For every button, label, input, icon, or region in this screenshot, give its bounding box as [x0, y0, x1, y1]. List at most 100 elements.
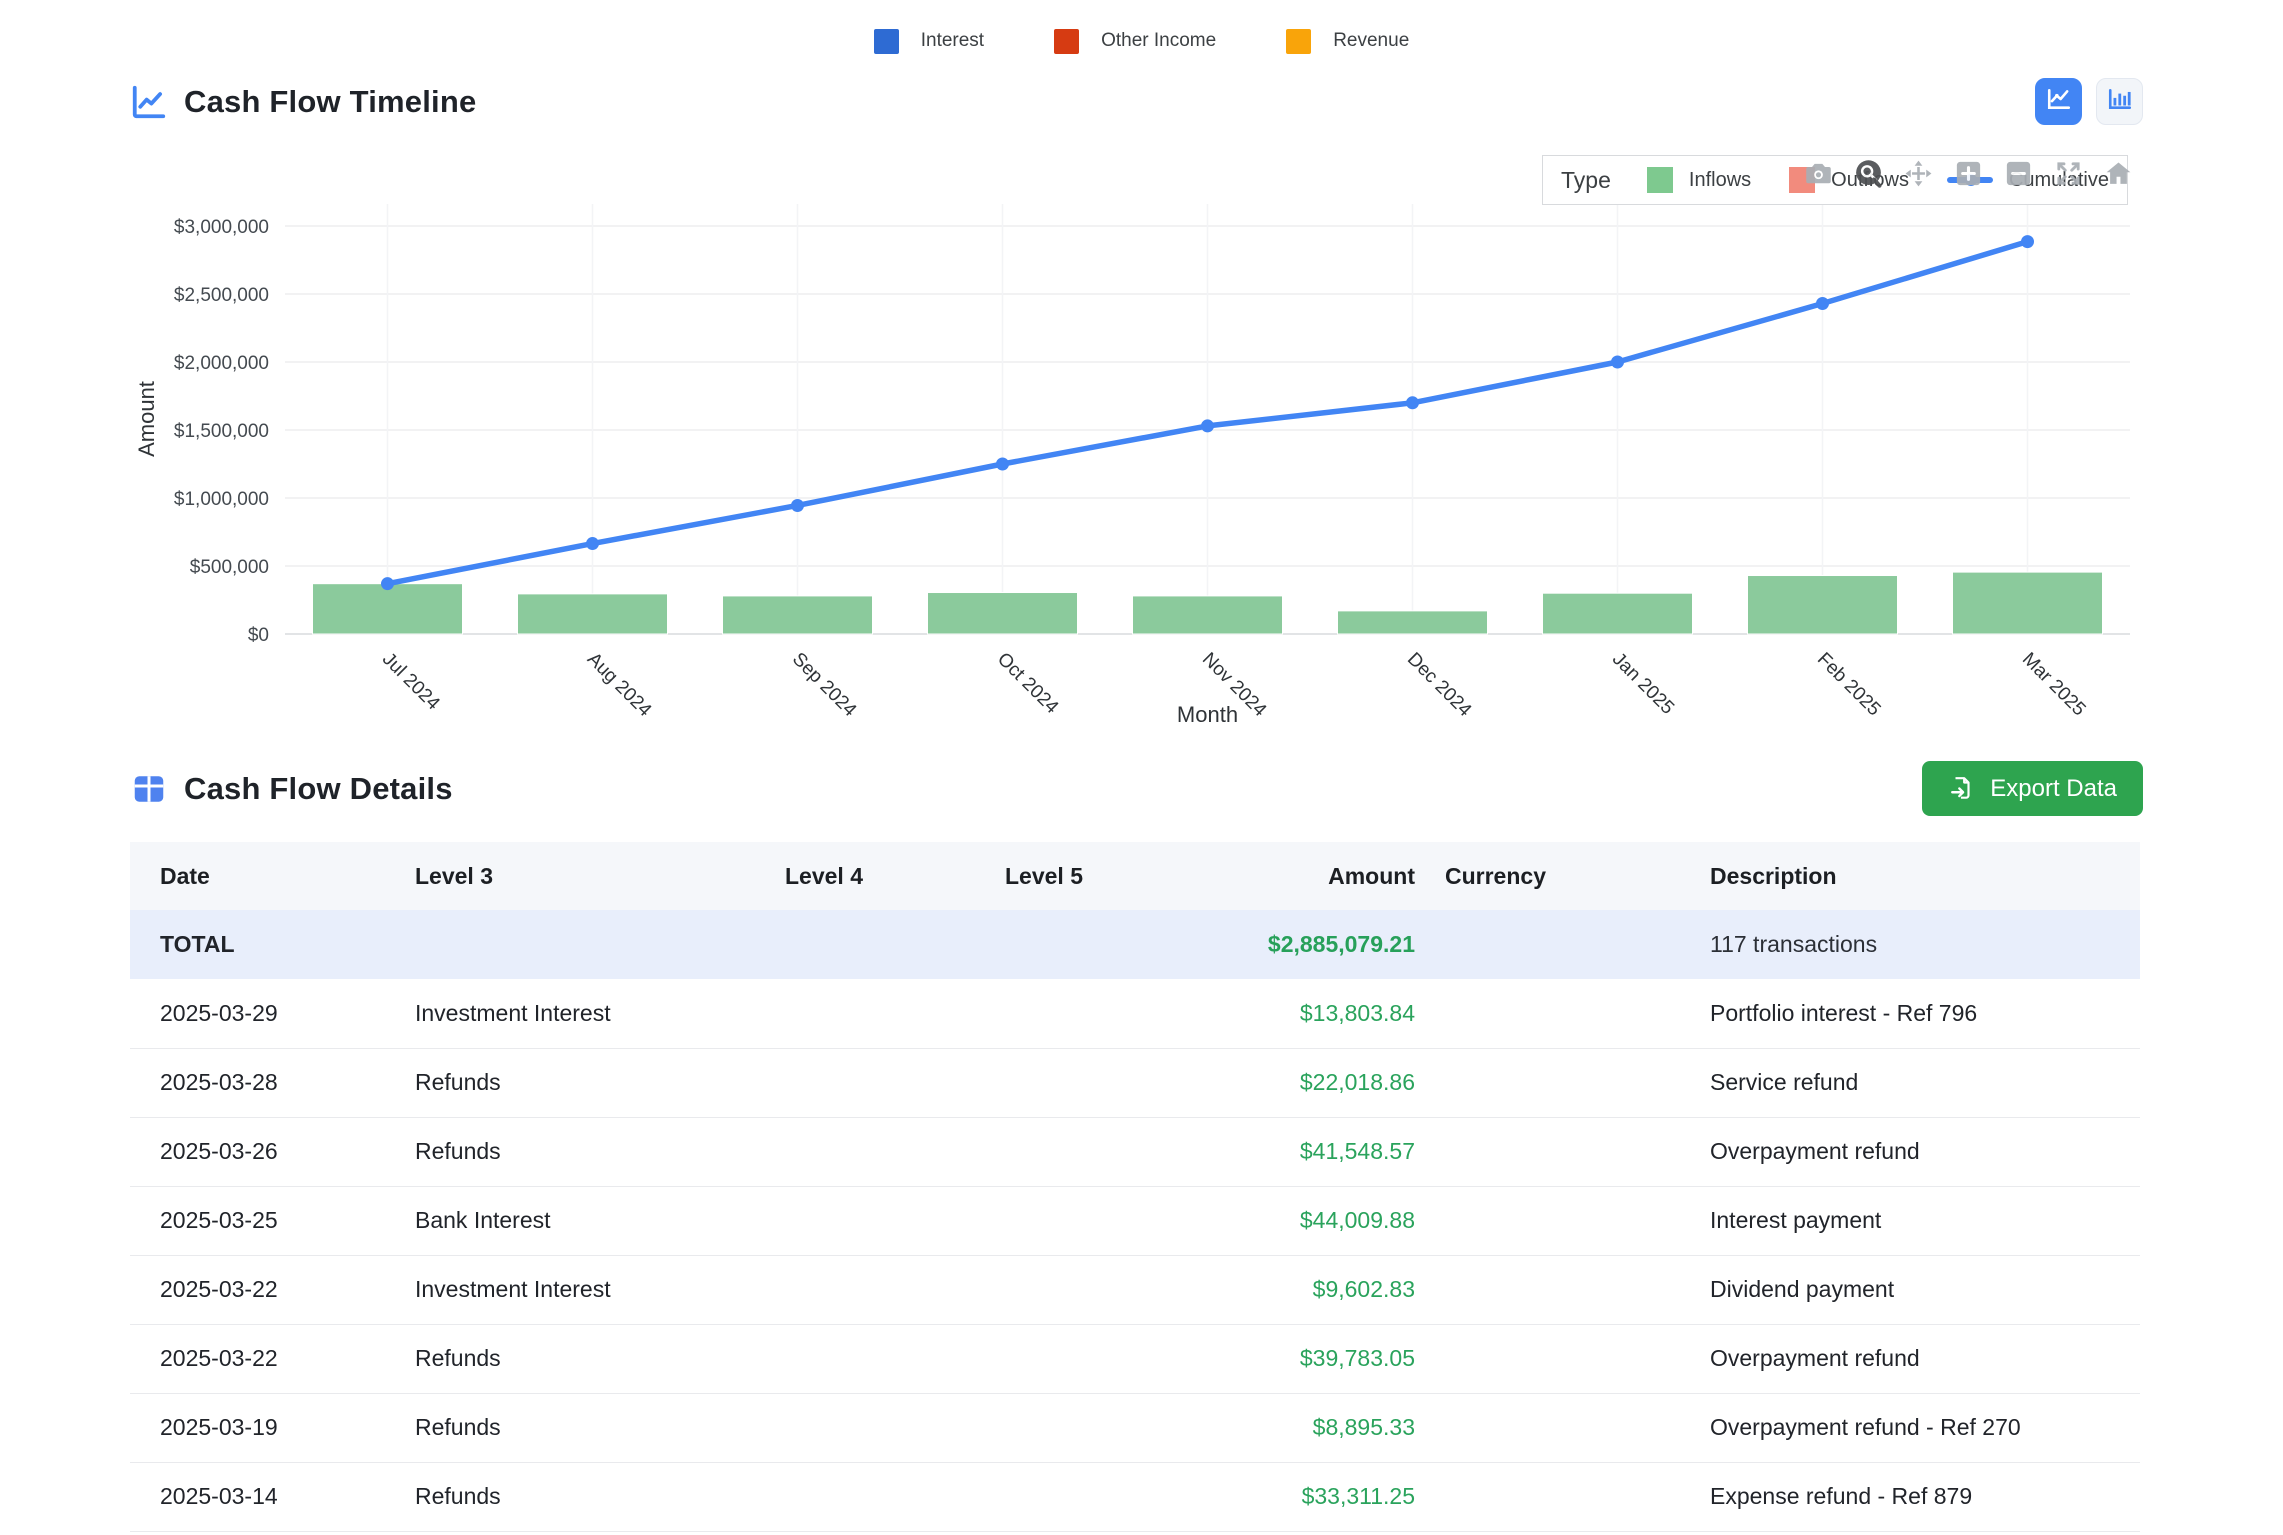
- cell-level3: Refunds: [385, 1117, 755, 1186]
- table-row: 2025-03-22Refunds$39,783.05Overpayment r…: [130, 1324, 2140, 1393]
- table-row: 2025-03-29Investment Interest$13,803.84P…: [130, 979, 2140, 1048]
- cell-date: 2025-03-14: [130, 1462, 385, 1531]
- bar-view-button[interactable]: [2096, 78, 2143, 125]
- legend-label: Revenue: [1333, 30, 1409, 52]
- cash-flow-chart[interactable]: $0$500,000$1,000,000$1,500,000$2,000,000…: [130, 147, 2150, 747]
- table-row: 2025-03-19Refunds $8,895.33 Overpayment re…: [130, 1393, 2140, 1462]
- cell-amount: $8,895.33: [1205, 1393, 1415, 1462]
- pan-icon[interactable]: [1902, 157, 1935, 190]
- table-row: 2025-03-28Refunds$22,018.86Service refun…: [130, 1048, 2140, 1117]
- cell-level5: [975, 979, 1205, 1048]
- column-header-amount: Amount: [1205, 842, 1415, 910]
- cell-currency: [1415, 1186, 1680, 1255]
- camera-icon[interactable]: [1802, 157, 1835, 190]
- legend-swatch: [1286, 29, 1311, 54]
- timeline-header: Cash Flow Timeline: [130, 78, 2143, 125]
- line-view-button[interactable]: [2035, 78, 2082, 125]
- svg-text:Dec 2024: Dec 2024: [1403, 649, 1476, 722]
- reset-home-icon[interactable]: [2102, 157, 2135, 190]
- cell-level3: Investment Interest: [385, 1255, 755, 1324]
- export-data-label: Export Data: [1990, 775, 2117, 803]
- cell-description: Overpayment refund: [1680, 1117, 2140, 1186]
- cell-description: Overpayment refund - Ref 270: [1680, 1393, 2140, 1462]
- total-row: TOTAL$2,885,079.21117 transactions: [130, 910, 2140, 979]
- table-row: 2025-03-22Investment Interest $9,602.83 Di…: [130, 1255, 2140, 1324]
- svg-text:$500,000: $500,000: [190, 557, 269, 578]
- chart-modebar: [1802, 157, 2135, 190]
- cell-date: 2025-03-29: [130, 979, 385, 1048]
- cell-level3: [385, 910, 755, 979]
- cell-currency: [1415, 1048, 1680, 1117]
- cell-currency: [1415, 1324, 1680, 1393]
- cell-amount: $41,548.57: [1205, 1117, 1415, 1186]
- cell-description: Portfolio interest - Ref 796: [1680, 979, 2140, 1048]
- svg-text:$3,000,000: $3,000,000: [174, 217, 269, 238]
- svg-text:$2,000,000: $2,000,000: [174, 353, 269, 374]
- cell-level5: [975, 1117, 1205, 1186]
- chart-canvas[interactable]: $0$500,000$1,000,000$1,500,000$2,000,000…: [130, 147, 2150, 747]
- plot-legend-title: Type: [1561, 167, 1611, 194]
- svg-text:Jul 2024: Jul 2024: [378, 649, 444, 715]
- plot-legend-label: Inflows: [1689, 169, 1751, 192]
- cell-level3: Refunds: [385, 1393, 755, 1462]
- cell-amount: $22,018.86: [1205, 1048, 1415, 1117]
- plot-legend-item[interactable]: Inflows: [1647, 167, 1751, 193]
- zoom-icon[interactable]: [1852, 157, 1885, 190]
- cell-level5: [975, 1186, 1205, 1255]
- column-header-description: Description: [1680, 842, 2140, 910]
- cell-level3: Refunds: [385, 1324, 755, 1393]
- cell-description: Service refund: [1680, 1048, 2140, 1117]
- details-title: Cash Flow Details: [184, 771, 453, 807]
- cell-description: 117 transactions: [1680, 910, 2140, 979]
- legend-item[interactable]: Revenue: [1286, 29, 1409, 54]
- svg-text:Oct 2024: Oct 2024: [993, 649, 1063, 719]
- cell-currency: [1415, 1393, 1680, 1462]
- cell-currency: [1415, 979, 1680, 1048]
- table-row: 2025-03-25Bank Interest$44,009.88Interes…: [130, 1186, 2140, 1255]
- cell-description: Dividend payment: [1680, 1255, 2140, 1324]
- cell-level5: [975, 910, 1205, 979]
- cell-level4: [755, 979, 975, 1048]
- export-data-button[interactable]: Export Data: [1922, 761, 2143, 816]
- cell-level3: Bank Interest: [385, 1186, 755, 1255]
- cell-date: 2025-03-22: [130, 1255, 385, 1324]
- legend-item[interactable]: Other Income: [1054, 29, 1216, 54]
- cell-date: 2025-03-28: [130, 1048, 385, 1117]
- cell-date: 2025-03-25: [130, 1186, 385, 1255]
- legend-label: Other Income: [1101, 30, 1216, 52]
- column-header-currency: Currency: [1415, 842, 1680, 910]
- cell-level4: [755, 910, 975, 979]
- cell-level3: Refunds: [385, 1462, 755, 1531]
- legend-swatch: [874, 29, 899, 54]
- cell-amount: $9,602.83: [1205, 1255, 1415, 1324]
- cell-level5: [975, 1048, 1205, 1117]
- svg-text:Sep 2024: Sep 2024: [788, 649, 861, 722]
- cell-currency: [1415, 1255, 1680, 1324]
- cell-level5: [975, 1324, 1205, 1393]
- bar-chart-icon: [2107, 86, 2133, 117]
- cell-level4: [755, 1324, 975, 1393]
- legend-item[interactable]: Interest: [874, 29, 984, 54]
- table-row: 2025-03-14Refunds$33,311.25Expense refun…: [130, 1462, 2140, 1531]
- legend-square-marker: [1647, 167, 1673, 193]
- cell-description: Expense refund - Ref 879: [1680, 1462, 2140, 1531]
- details-header: Cash Flow Details Export Data: [130, 761, 2143, 816]
- zoom-out-icon[interactable]: [2002, 157, 2035, 190]
- cell-date: TOTAL: [130, 910, 385, 979]
- cell-description: Overpayment refund: [1680, 1324, 2140, 1393]
- cell-date: 2025-03-26: [130, 1117, 385, 1186]
- cell-date: 2025-03-19: [130, 1393, 385, 1462]
- column-header-level-3: Level 3: [385, 842, 755, 910]
- cell-level5: [975, 1462, 1205, 1531]
- cell-currency: [1415, 1117, 1680, 1186]
- cell-level3: Investment Interest: [385, 979, 755, 1048]
- cash-flow-table: DateLevel 3Level 4Level 5AmountCurrencyD…: [130, 842, 2140, 1532]
- table-row: 2025-03-26Refunds $41,548.57 Overpayment r…: [130, 1117, 2140, 1186]
- cell-level4: [755, 1255, 975, 1324]
- zoom-in-icon[interactable]: [1952, 157, 1985, 190]
- svg-text:Jan 2025: Jan 2025: [1608, 649, 1678, 719]
- autoscale-icon[interactable]: [2052, 157, 2085, 190]
- cell-level5: [975, 1255, 1205, 1324]
- cell-level4: [755, 1048, 975, 1117]
- column-header-level-5: Level 5: [975, 842, 1205, 910]
